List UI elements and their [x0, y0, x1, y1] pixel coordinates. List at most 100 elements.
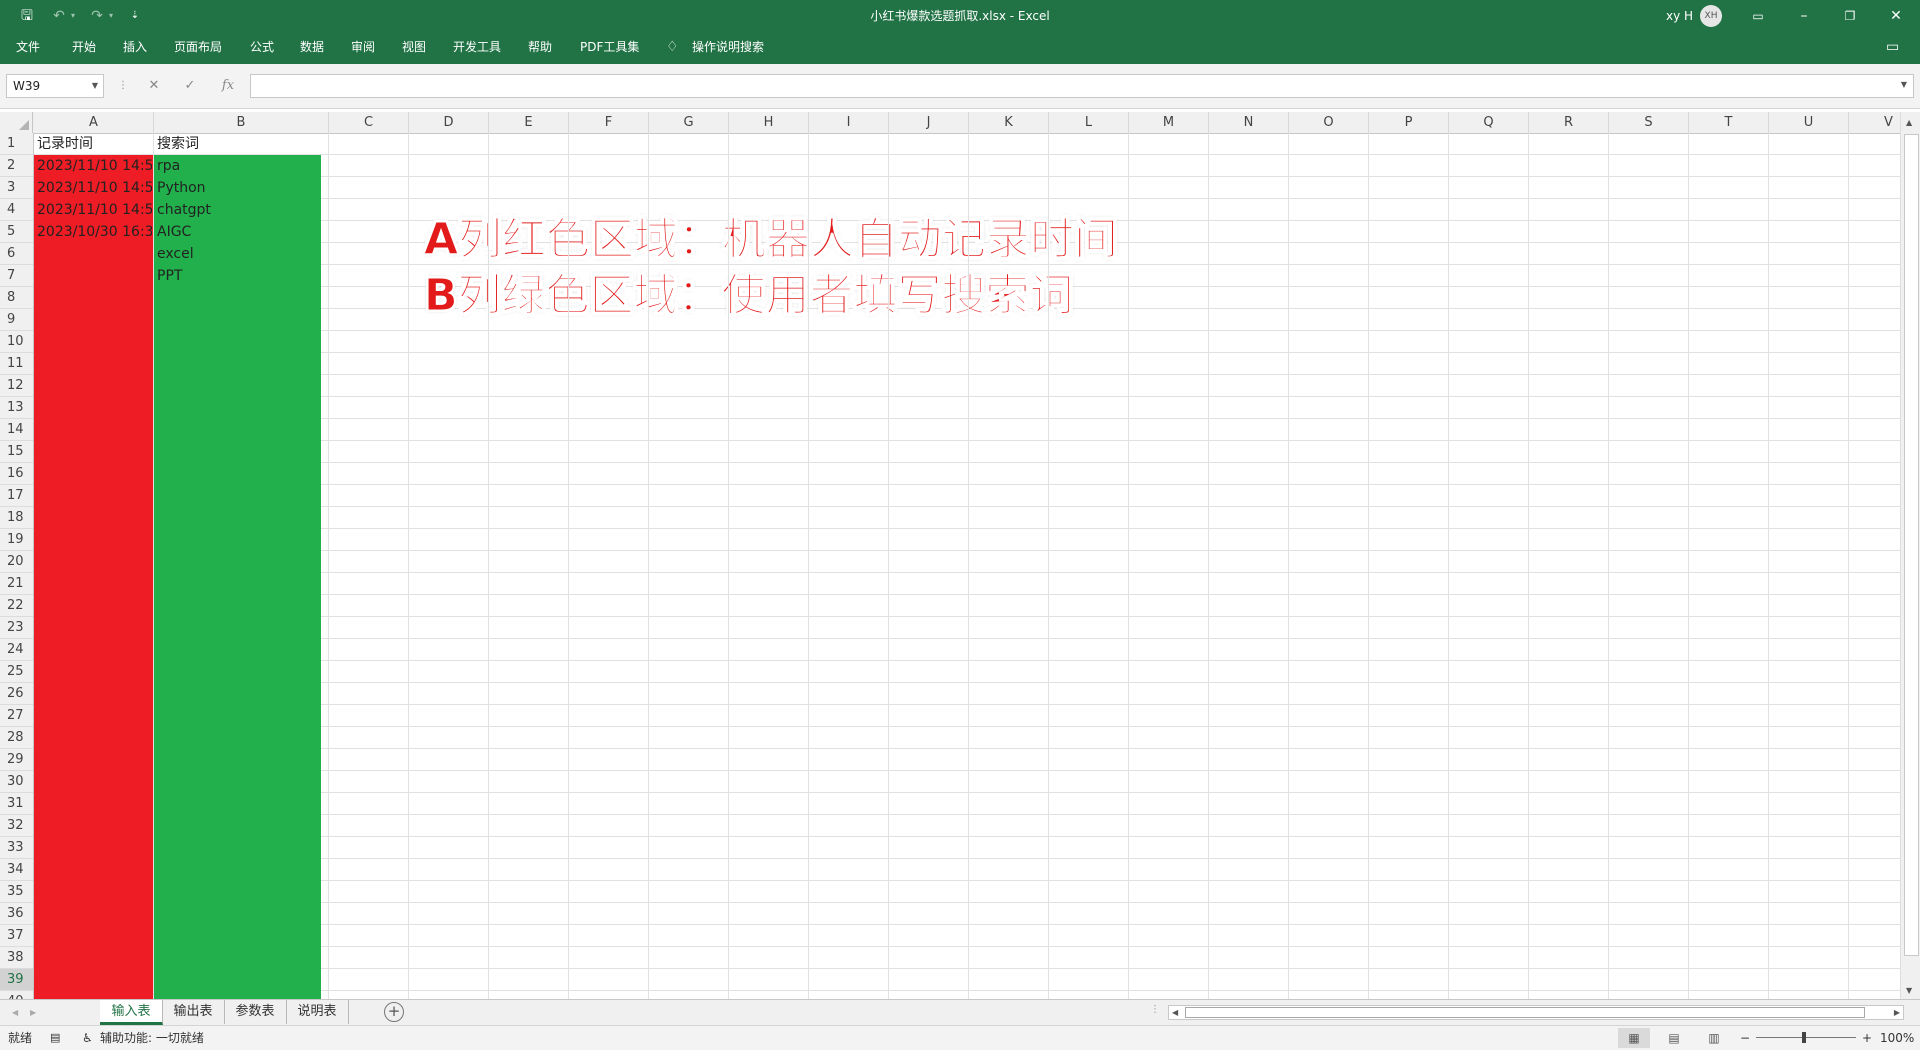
row-header-18[interactable]: 18	[0, 507, 33, 529]
row-header-17[interactable]: 17	[0, 485, 33, 507]
row-header-14[interactable]: 14	[0, 419, 33, 441]
menu-data[interactable]: 数据	[300, 32, 324, 62]
row-header-15[interactable]: 15	[0, 441, 33, 463]
page-break-view-icon[interactable]: ▥	[1698, 1028, 1730, 1048]
row-header-22[interactable]: 22	[0, 595, 33, 617]
column-header-a[interactable]: A	[34, 112, 154, 133]
row-header-40[interactable]: 40	[0, 991, 33, 999]
cell-keyword[interactable]: rpa	[154, 155, 329, 177]
row-header-16[interactable]: 16	[0, 463, 33, 485]
row-header-24[interactable]: 24	[0, 639, 33, 661]
menu-review[interactable]: 审阅	[351, 32, 375, 62]
row-header-10[interactable]: 10	[0, 331, 33, 353]
cell-keyword[interactable]: excel	[154, 243, 329, 265]
name-box[interactable]: W39 ▼	[6, 74, 104, 98]
close-icon[interactable]: ✕	[1886, 0, 1906, 32]
row-header-8[interactable]: 8	[0, 287, 33, 309]
row-header-37[interactable]: 37	[0, 925, 33, 947]
cell-time[interactable]: 2023/11/10 14:59	[34, 199, 152, 221]
select-all-corner[interactable]	[0, 112, 33, 133]
splitter-icon[interactable]: ⋮	[1150, 1004, 1160, 1015]
insert-function-icon[interactable]: fx	[216, 74, 240, 98]
cell-a1-header[interactable]: 记录时间	[34, 133, 154, 155]
column-header-n[interactable]: N	[1209, 112, 1289, 133]
accessibility-icon[interactable]: ♿	[82, 1026, 93, 1050]
row-header-31[interactable]: 31	[0, 793, 33, 815]
menu-home[interactable]: 开始	[72, 32, 96, 62]
row-header-38[interactable]: 38	[0, 947, 33, 969]
zoom-slider[interactable]	[1756, 1037, 1856, 1038]
row-header-5[interactable]: 5	[0, 221, 33, 243]
menu-page-layout[interactable]: 页面布局	[174, 32, 222, 62]
row-header-13[interactable]: 13	[0, 397, 33, 419]
user-name[interactable]: xy H	[1666, 0, 1693, 32]
minimize-icon[interactable]: –	[1794, 0, 1814, 32]
menu-developer[interactable]: 开发工具	[453, 32, 501, 62]
accessibility-status[interactable]: 辅助功能: 一切就绪	[100, 1026, 204, 1050]
column-header-t[interactable]: T	[1689, 112, 1769, 133]
page-layout-view-icon[interactable]: ▤	[1658, 1028, 1690, 1048]
column-header-q[interactable]: Q	[1449, 112, 1529, 133]
row-header-19[interactable]: 19	[0, 529, 33, 551]
row-header-35[interactable]: 35	[0, 881, 33, 903]
row-header-39[interactable]: 39	[0, 969, 33, 991]
vertical-scrollbar[interactable]: ▲ ▼	[1900, 112, 1920, 999]
row-header-7[interactable]: 7	[0, 265, 33, 287]
row-header-11[interactable]: 11	[0, 353, 33, 375]
row-header-6[interactable]: 6	[0, 243, 33, 265]
tab-scroll-left-icon[interactable]: ◀	[12, 1008, 18, 1017]
scroll-left-icon[interactable]: ◀	[1172, 1008, 1178, 1017]
sheet-tab-4[interactable]: 说明表	[286, 1000, 349, 1024]
row-header-23[interactable]: 23	[0, 617, 33, 639]
enter-icon[interactable]: ✓	[180, 74, 200, 98]
menu-file[interactable]: 文件	[16, 32, 40, 62]
row-header-26[interactable]: 26	[0, 683, 33, 705]
zoom-out-icon[interactable]: −	[1740, 1026, 1750, 1050]
sheet-tab-1[interactable]: 输入表	[100, 1000, 163, 1025]
worksheet-grid[interactable]: A列红色区域：机器人自动记录时间 B列绿色区域：使用者填写搜索词 记录时间 搜索词…	[34, 133, 1900, 999]
vertical-scroll-thumb[interactable]	[1904, 134, 1919, 956]
column-header-m[interactable]: M	[1129, 112, 1209, 133]
row-header-2[interactable]: 2	[0, 155, 33, 177]
horizontal-scrollbar[interactable]: ◀ ▶	[1168, 1005, 1904, 1020]
scroll-right-icon[interactable]: ▶	[1894, 1008, 1900, 1017]
cell-time[interactable]: 2023/10/30 16:39	[34, 221, 152, 243]
row-header-28[interactable]: 28	[0, 727, 33, 749]
column-header-e[interactable]: E	[489, 112, 569, 133]
cancel-icon[interactable]: ✕	[144, 74, 164, 98]
row-header-3[interactable]: 3	[0, 177, 33, 199]
row-header-27[interactable]: 27	[0, 705, 33, 727]
column-header-l[interactable]: L	[1049, 112, 1129, 133]
add-sheet-icon[interactable]: +	[384, 1002, 404, 1022]
column-header-u[interactable]: U	[1769, 112, 1849, 133]
cell-time[interactable]: 2023/11/10 14:58	[34, 177, 152, 199]
row-header-9[interactable]: 9	[0, 309, 33, 331]
column-header-s[interactable]: S	[1609, 112, 1689, 133]
restore-icon[interactable]: ❐	[1840, 0, 1860, 32]
scroll-up-icon[interactable]: ▲	[1906, 118, 1912, 127]
cell-keyword[interactable]: PPT	[154, 265, 329, 287]
column-header-o[interactable]: O	[1289, 112, 1369, 133]
row-header-12[interactable]: 12	[0, 375, 33, 397]
cell-b1-header[interactable]: 搜索词	[154, 133, 329, 155]
scroll-down-icon[interactable]: ▼	[1906, 986, 1912, 995]
row-header-25[interactable]: 25	[0, 661, 33, 683]
formula-input[interactable]: ▼	[250, 74, 1914, 98]
cell-keyword[interactable]: AIGC	[154, 221, 329, 243]
column-header-c[interactable]: C	[329, 112, 409, 133]
zoom-slider-thumb[interactable]	[1802, 1032, 1806, 1043]
expand-formula-icon[interactable]: ▼	[1901, 80, 1907, 89]
row-header-4[interactable]: 4	[0, 199, 33, 221]
row-header-21[interactable]: 21	[0, 573, 33, 595]
avatar[interactable]: XH	[1700, 5, 1722, 27]
row-header-29[interactable]: 29	[0, 749, 33, 771]
horizontal-scroll-thumb[interactable]	[1185, 1007, 1865, 1018]
column-header-k[interactable]: K	[969, 112, 1049, 133]
cell-keyword[interactable]: chatgpt	[154, 199, 329, 221]
tab-scroll-right-icon[interactable]: ▶	[30, 1008, 36, 1017]
column-header-h[interactable]: H	[729, 112, 809, 133]
tell-me-search[interactable]: 操作说明搜索	[692, 32, 764, 62]
column-header-r[interactable]: R	[1529, 112, 1609, 133]
column-header-f[interactable]: F	[569, 112, 649, 133]
column-header-g[interactable]: G	[649, 112, 729, 133]
